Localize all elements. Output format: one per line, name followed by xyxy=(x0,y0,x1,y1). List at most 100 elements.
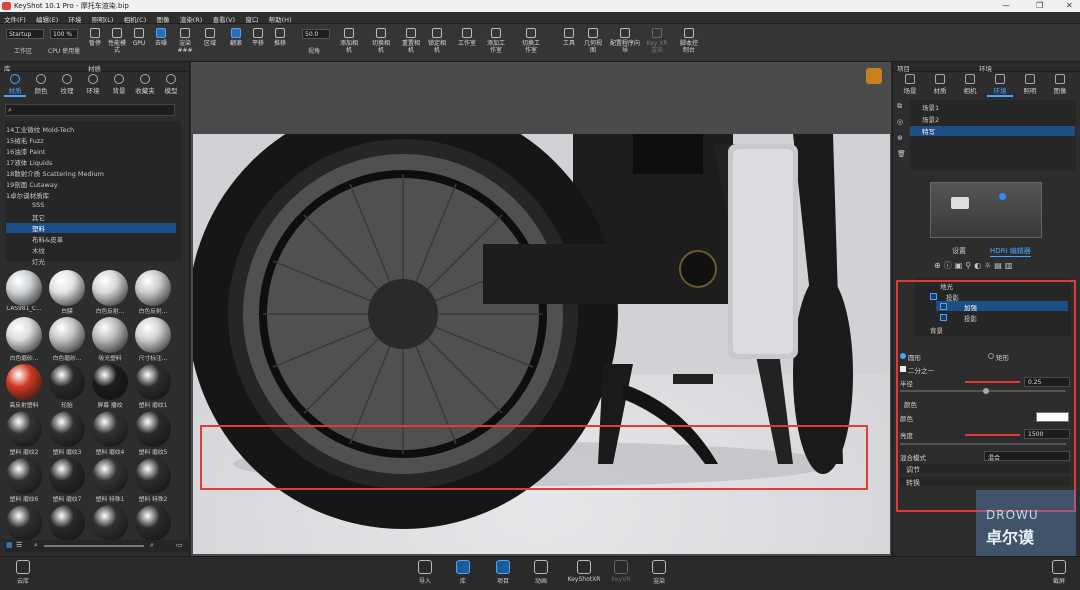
material-swatch[interactable]: 塑料 磨纹1 xyxy=(133,364,173,412)
tab-textures[interactable]: 纹理 xyxy=(56,74,78,95)
reset-camera-button[interactable]: 重置相机 xyxy=(400,28,422,54)
tree-item[interactable]: 16油漆 Paint xyxy=(6,146,176,156)
material-swatch[interactable]: 白色磨砂... xyxy=(47,317,87,365)
bus-icon[interactable]: ▤ xyxy=(994,261,1005,270)
zoom-in-icon[interactable]: ⌕ xyxy=(150,541,154,550)
tab-lighting[interactable]: 照明 xyxy=(1017,74,1043,95)
keyxr-render-button[interactable]: Key XR 渲染 xyxy=(646,28,668,54)
lock-camera-button[interactable]: 锁定相机 xyxy=(426,28,448,54)
library-search-input[interactable]: ⌕ xyxy=(5,104,175,116)
material-swatch[interactable]: 白色反射... xyxy=(133,270,173,318)
duplicate-icon[interactable]: ◎ xyxy=(897,118,903,126)
material-swatch[interactable]: 塑料 磨纹3 xyxy=(47,411,87,459)
shop-icon[interactable]: ▥ xyxy=(1005,261,1016,270)
tab-environment[interactable]: 环境 xyxy=(987,74,1013,97)
add-icon[interactable]: ⊕ xyxy=(897,134,903,142)
material-swatch[interactable]: 尺寸标注... xyxy=(133,317,173,365)
region-button[interactable]: 区域 xyxy=(199,28,221,47)
config-wizard-button[interactable]: 配置程序向导 xyxy=(610,28,640,54)
tab-camera[interactable]: 相机 xyxy=(957,74,983,95)
add-studio-button[interactable]: 添加工作室 xyxy=(485,28,507,54)
import-button[interactable]: 导入 xyxy=(410,560,440,585)
material-swatch[interactable]: 高反射塑料 xyxy=(4,364,44,412)
folder-icon[interactable]: ▭ xyxy=(176,541,183,549)
keyvr-button[interactable]: KeyVR xyxy=(606,560,636,583)
pan-button[interactable]: 平移 xyxy=(247,28,269,47)
render-image[interactable] xyxy=(193,134,890,554)
menu-view[interactable]: 查看(V) xyxy=(213,14,236,24)
restore-icon[interactable]: ❐ xyxy=(1036,1,1043,10)
menu-help[interactable]: 帮助(H) xyxy=(269,14,292,24)
add-camera-button[interactable]: 添加相机 xyxy=(338,28,360,54)
list-view-icon[interactable]: ☰ xyxy=(16,541,22,549)
material-swatch[interactable]: 白色反射... xyxy=(90,270,130,318)
fov-field[interactable]: 50.0 xyxy=(302,29,330,39)
material-swatch[interactable]: 白色磨砂... xyxy=(4,317,44,365)
sky-icon[interactable]: ☼ xyxy=(984,261,994,270)
switch-studio-button[interactable]: 切换工作室 xyxy=(520,28,542,54)
env-list-item[interactable]: 场景2 xyxy=(910,114,1075,124)
tumble-button[interactable]: 翻滚 xyxy=(225,28,247,47)
switch-camera-button[interactable]: 切换相机 xyxy=(370,28,392,54)
tree-item[interactable]: 布料&皮革 xyxy=(6,234,176,244)
tree-item[interactable]: 18散射介质 Scattering Medium xyxy=(6,168,176,178)
tree-item[interactable]: 木纹 xyxy=(6,245,176,255)
grid-view-icon[interactable]: ▦ xyxy=(6,541,13,549)
image-icon[interactable]: ▣ xyxy=(955,261,966,270)
tab-scene[interactable]: 场景 xyxy=(897,74,923,95)
tree-item[interactable]: 17液体 Liquids xyxy=(6,157,176,167)
tree-item[interactable]: 其它 xyxy=(6,212,176,222)
tree-item[interactable]: 19剖面 Cutaway xyxy=(6,179,176,189)
denoise-button[interactable]: 去噪 xyxy=(150,28,172,47)
close-icon[interactable]: ✕ xyxy=(1066,1,1073,10)
library-button[interactable]: 库 xyxy=(448,560,478,585)
menu-file[interactable]: 文件(F) xyxy=(4,14,26,24)
tab-environments[interactable]: 环境 xyxy=(82,74,104,95)
env-list-item[interactable]: 场景1 xyxy=(910,102,1075,112)
tree-item[interactable]: 灯光 xyxy=(6,256,176,266)
add-light-icon[interactable]: ⊕ xyxy=(934,261,944,270)
tab-image[interactable]: 图像 xyxy=(1047,74,1073,95)
workspace-select[interactable]: Startup xyxy=(6,29,44,39)
material-swatch[interactable]: 屏幕 播纹 xyxy=(90,364,130,412)
tab-colors[interactable]: 颜色 xyxy=(30,74,52,95)
dolly-button[interactable]: 推移 xyxy=(269,28,291,47)
menu-environment[interactable]: 环境 xyxy=(68,14,81,24)
menu-image[interactable]: 图像 xyxy=(157,14,170,24)
performance-mode-button[interactable]: 性能模式 xyxy=(106,28,128,54)
tree-item[interactable]: 15绒毛 Fuzz xyxy=(6,135,176,145)
menu-lighting[interactable]: 照明(L) xyxy=(92,14,114,24)
tree-item-selected[interactable]: 塑料 xyxy=(6,223,176,233)
zoom-out-icon[interactable]: ⌕ xyxy=(34,541,38,550)
keyshotxr-button[interactable]: KeyShotXR xyxy=(566,560,602,583)
project-button[interactable]: 项目 xyxy=(488,560,518,585)
realtime-render-button[interactable]: 渲染 ### xyxy=(174,28,196,54)
minimize-icon[interactable]: — xyxy=(1002,1,1010,10)
material-swatch[interactable]: 塑料 磨纹4 xyxy=(90,411,130,459)
tab-materials[interactable]: 材质 xyxy=(4,74,26,97)
hdri-editor-subtab[interactable]: HDRI 编辑器 xyxy=(990,246,1031,257)
hdri-preview-icon[interactable] xyxy=(866,68,882,84)
gpu-button[interactable]: GPU xyxy=(128,28,150,47)
menu-edit[interactable]: 编辑(E) xyxy=(36,14,58,24)
menu-window[interactable]: 窗口 xyxy=(245,14,258,24)
material-swatch[interactable]: 塑料 特殊2 xyxy=(133,458,173,506)
menu-camera[interactable]: 相机(C) xyxy=(124,14,147,24)
tab-backplates[interactable]: 背景 xyxy=(108,74,130,95)
studio-button[interactable]: 工作室 xyxy=(456,28,478,47)
settings-subtab[interactable]: 设置 xyxy=(952,246,966,256)
tab-favorites[interactable]: 收藏夹 xyxy=(134,74,156,95)
copy-icon[interactable]: ⧉ xyxy=(897,102,902,111)
info-icon[interactable]: ⓘ xyxy=(944,261,955,270)
material-swatch[interactable]: 吸光塑料 xyxy=(90,317,130,365)
tree-item[interactable]: SSS xyxy=(6,201,176,211)
fullscreen-button[interactable]: 截屏 xyxy=(1044,560,1074,585)
tab-material[interactable]: 材质 xyxy=(927,74,953,95)
material-swatch[interactable]: 塑料 磨纹6 xyxy=(4,458,44,506)
material-swatch[interactable]: 轮胎 xyxy=(47,364,87,412)
tree-item[interactable]: 1卓尔谟材质库 xyxy=(6,190,176,200)
pin-icon[interactable]: ⚲ xyxy=(965,261,974,270)
pause-button[interactable]: 暂停 xyxy=(84,28,106,47)
env-list-item-selected[interactable]: 特写 xyxy=(910,126,1075,136)
material-swatch[interactable]: 塑料 磨纹7 xyxy=(47,458,87,506)
